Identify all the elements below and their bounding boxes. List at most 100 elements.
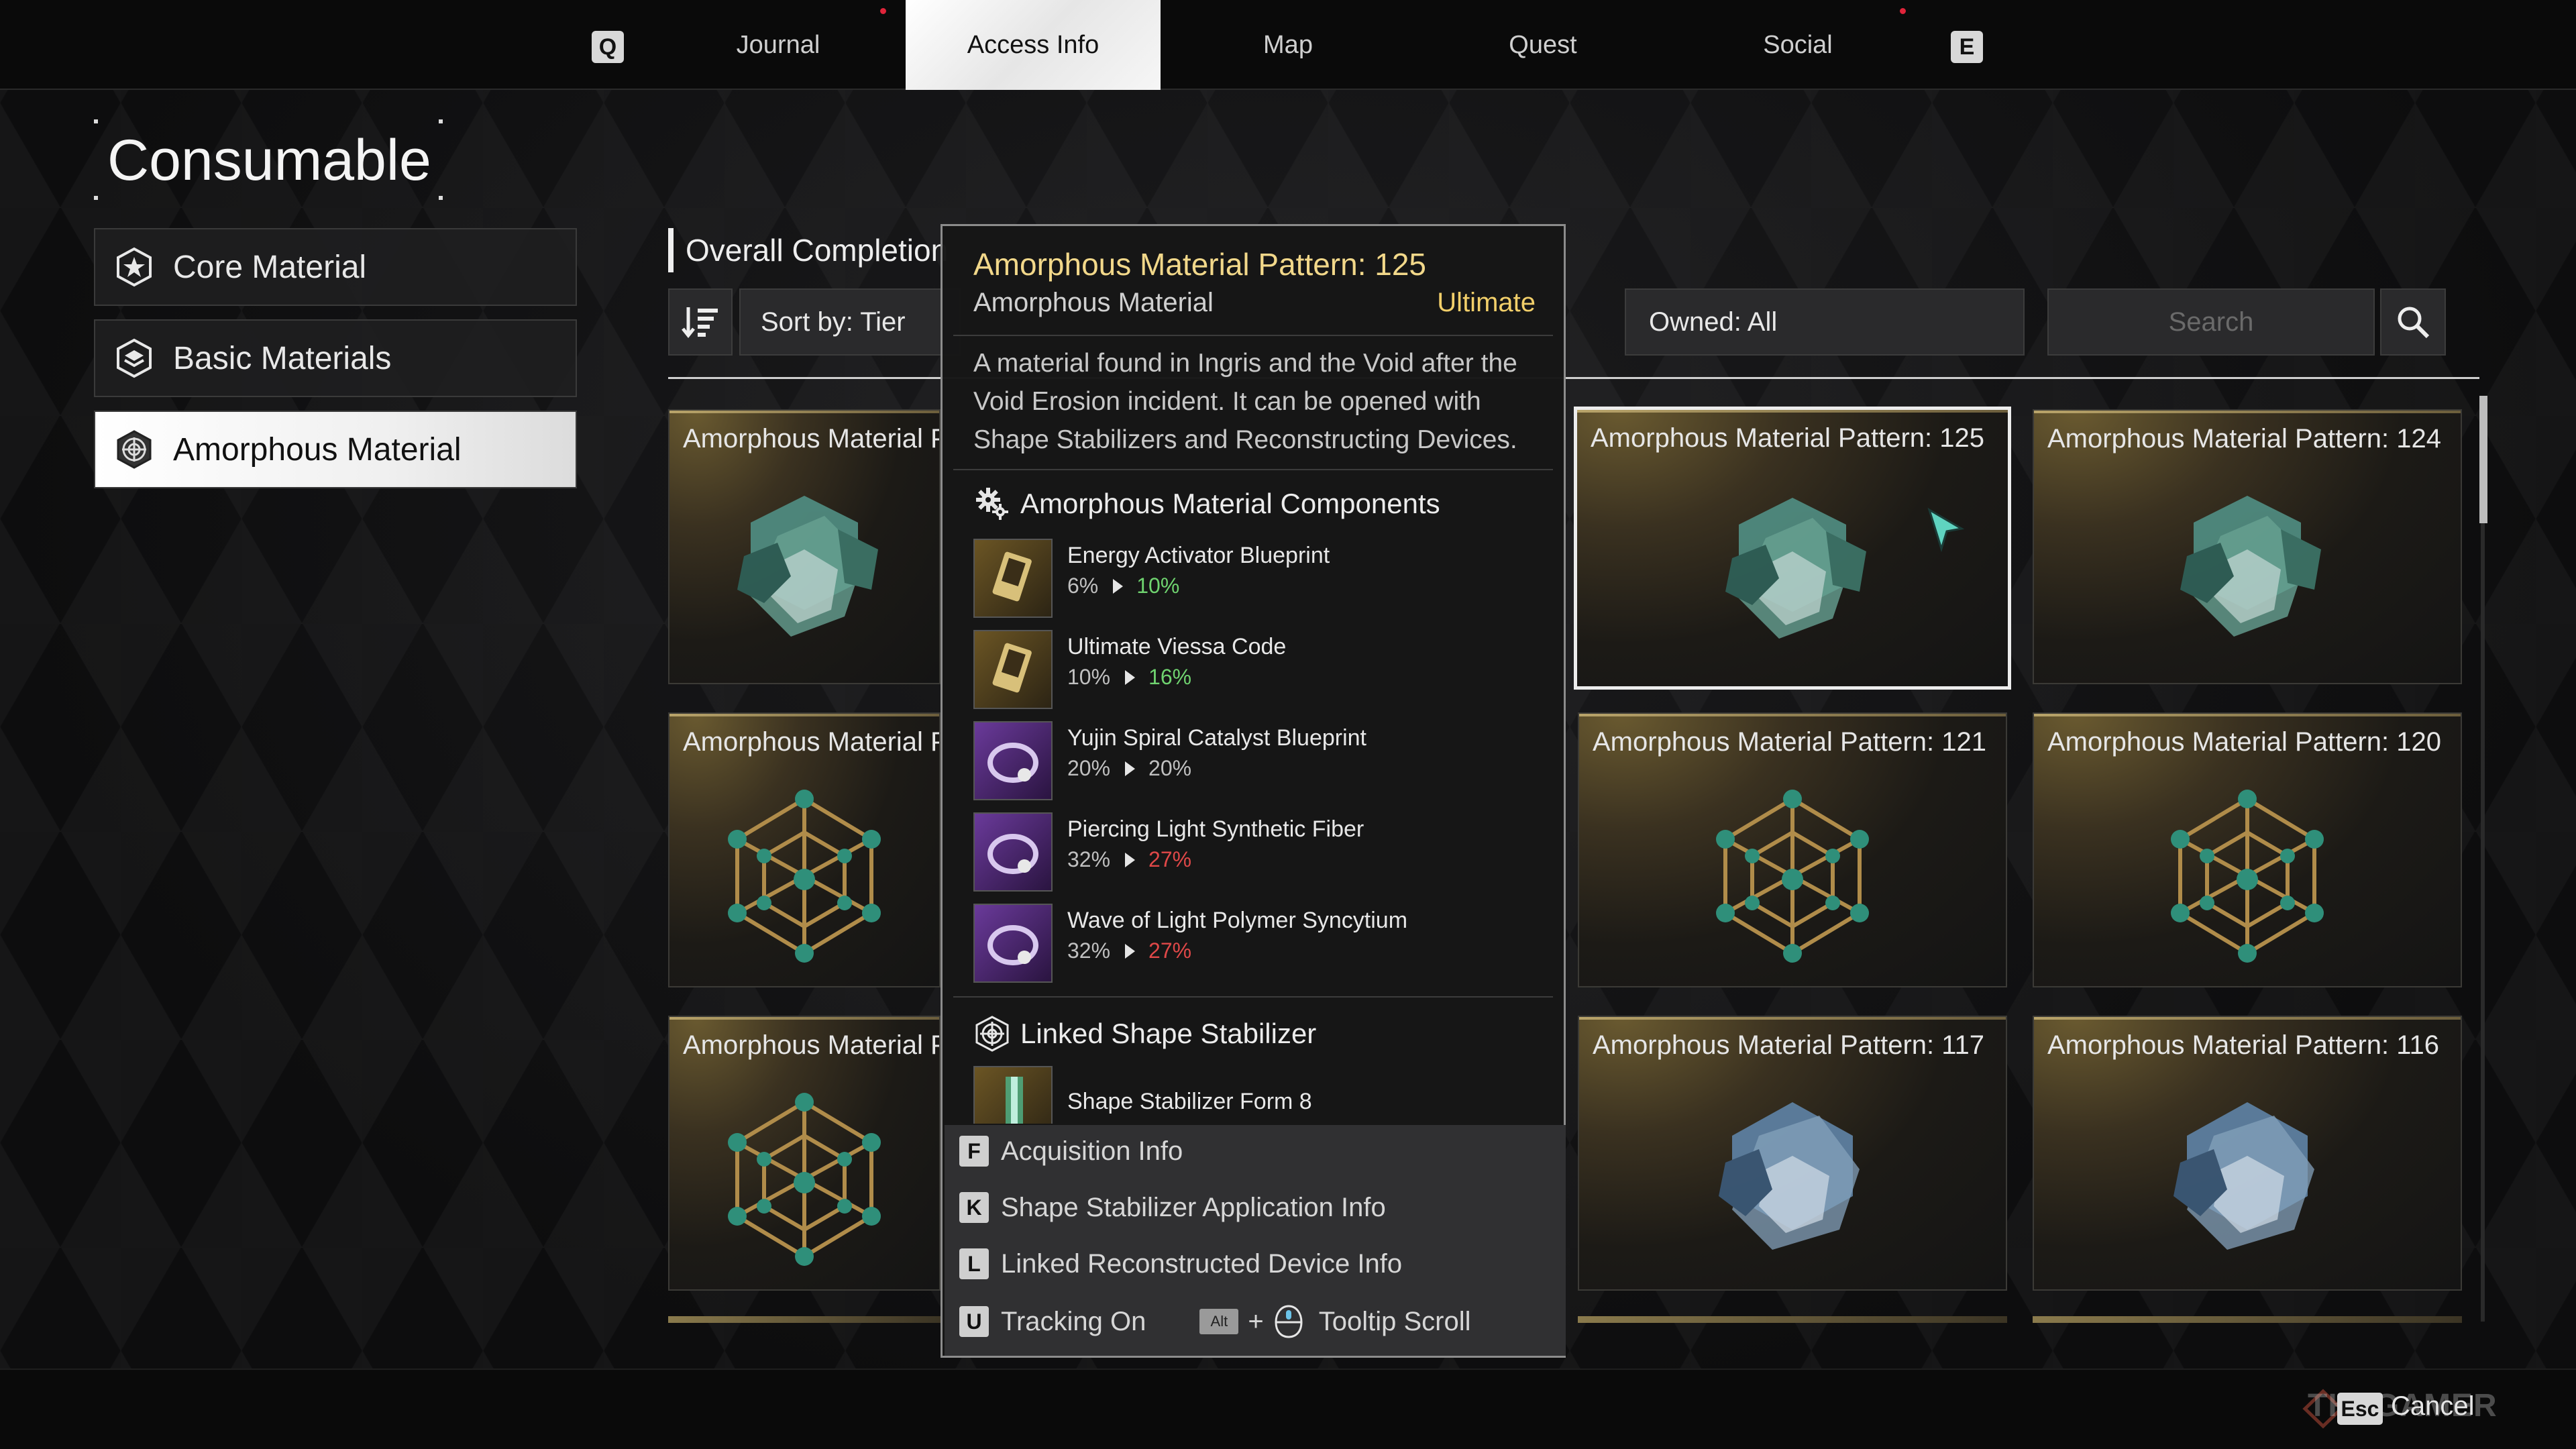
- component-rate: 20% 20%: [1067, 756, 1191, 781]
- acquisition-info-action[interactable]: F Acquisition Info: [959, 1136, 1183, 1167]
- component-name: Ultimate Viessa Code: [1067, 634, 1287, 659]
- card-title: Amorphous Material Pattern: 124: [2047, 424, 2441, 453]
- material-card[interactable]: Amorphous Material Pattern: 121: [1578, 712, 2007, 987]
- next-row-edge: [1578, 1316, 2007, 1323]
- base-rate: 32%: [1067, 847, 1111, 871]
- title-corner: [439, 119, 443, 123]
- next-tab-key[interactable]: E: [1951, 31, 1983, 63]
- component-row[interactable]: Energy Activator Blueprint 6% 10%: [973, 539, 1537, 622]
- tab-label: Journal: [736, 30, 820, 59]
- action-key: U: [959, 1306, 989, 1337]
- component-name: Yujin Spiral Catalyst Blueprint: [1067, 725, 1367, 751]
- esc-key[interactable]: Esc: [2337, 1393, 2383, 1425]
- material-card[interactable]: Amorphous Material Pattern: 116: [2033, 1016, 2462, 1291]
- sidebar-item-amorphous-material[interactable]: Amorphous Material: [94, 411, 577, 488]
- notification-dot: [1900, 8, 1906, 14]
- action-key: L: [959, 1248, 989, 1279]
- notification-dot: [880, 8, 886, 14]
- action-label: Linked Reconstructed Device Info: [1001, 1248, 1403, 1279]
- tooltip-title: Amorphous Material Pattern: 125: [973, 247, 1427, 282]
- boosted-rate: 27%: [1148, 938, 1192, 963]
- action-key: F: [959, 1136, 989, 1167]
- card-title: Amorphous Material Pattern: 121: [1593, 727, 1986, 757]
- arrow-right-icon: [1125, 761, 1136, 776]
- component-icon: [973, 904, 1053, 983]
- search-button[interactable]: [2380, 288, 2446, 356]
- tab-label: Quest: [1509, 30, 1577, 59]
- component-rate: 32% 27%: [1067, 847, 1191, 872]
- tooltip-divider: [953, 996, 1553, 998]
- cancel-label[interactable]: Cancel: [2391, 1391, 2475, 1421]
- component-row[interactable]: Ultimate Viessa Code 10% 16%: [973, 630, 1537, 713]
- grid-scrollbar-thumb[interactable]: [2479, 396, 2487, 523]
- sidebar-item-label: Amorphous Material: [173, 431, 462, 468]
- boosted-rate: 20%: [1148, 756, 1192, 780]
- material-art: [2171, 790, 2324, 963]
- linked-item-name: Shape Stabilizer Form 8: [1067, 1089, 1312, 1114]
- prev-tab-key[interactable]: Q: [592, 31, 624, 63]
- search-input[interactable]: Search: [2047, 288, 2375, 356]
- tooltip-actions: F Acquisition Info K Shape Stabilizer Ap…: [945, 1125, 1566, 1356]
- sidebar-item-label: Core Material: [173, 249, 367, 285]
- material-art: [1716, 790, 1869, 963]
- sort-icon: [682, 307, 718, 339]
- linked-title-text: Linked Shape Stabilizer: [1020, 1018, 1317, 1049]
- material-card[interactable]: Amorphous Material Pa: [668, 1016, 941, 1291]
- material-card[interactable]: Amorphous Material Pattern: 124: [2033, 409, 2462, 684]
- reconstructed-device-action[interactable]: L Linked Reconstructed Device Info: [959, 1248, 1402, 1279]
- card-title: Amorphous Material Pattern: 116: [2047, 1030, 2440, 1060]
- boosted-rate: 16%: [1148, 665, 1192, 689]
- tab-journal[interactable]: Journal: [651, 0, 906, 90]
- card-title: Amorphous Material Pa: [683, 727, 941, 757]
- card-title: Amorphous Material Pattern: 120: [2047, 727, 2441, 757]
- star-hexagon-icon: [117, 247, 152, 287]
- material-art: [728, 790, 881, 963]
- material-card[interactable]: Amorphous Material Pa: [668, 712, 941, 987]
- title-corner: [439, 196, 443, 200]
- component-row[interactable]: Wave of Light Polymer Syncytium 32% 27%: [973, 904, 1537, 987]
- sidebar-item-core-material[interactable]: Core Material: [94, 228, 577, 306]
- tab-social[interactable]: Social: [1670, 0, 1925, 90]
- material-art: [737, 496, 878, 637]
- action-key: K: [959, 1192, 989, 1223]
- owned-filter-dropdown[interactable]: Owned: All: [1625, 288, 2025, 356]
- component-row[interactable]: Piercing Light Synthetic Fiber 32% 27%: [973, 812, 1537, 896]
- material-card[interactable]: Amorphous Material Pattern: 120: [2033, 712, 2462, 987]
- action-label: Shape Stabilizer Application Info: [1001, 1192, 1386, 1222]
- component-rate: 32% 27%: [1067, 938, 1191, 963]
- next-row-edge: [668, 1316, 941, 1323]
- mouse-scroll-icon: [1275, 1305, 1303, 1338]
- tab-access-info[interactable]: Access Info: [906, 0, 1161, 90]
- action-label: Acquisition Info: [1001, 1136, 1183, 1166]
- sidebar-item-basic-materials[interactable]: Basic Materials: [94, 319, 577, 397]
- sort-by-dropdown[interactable]: Sort by: Tier: [739, 288, 961, 356]
- title-corner: [94, 119, 98, 123]
- search-icon: [2398, 307, 2430, 339]
- action-label: Tracking On: [1001, 1306, 1146, 1336]
- components-title-text: Amorphous Material Components: [1020, 488, 1440, 519]
- tab-quest[interactable]: Quest: [1415, 0, 1670, 90]
- linked-stabilizer-item[interactable]: Shape Stabilizer Form 8: [973, 1066, 1537, 1124]
- tracking-action[interactable]: U Tracking On Alt + Tooltip Scroll: [959, 1305, 1471, 1338]
- material-card[interactable]: Amorphous Material Pa: [668, 409, 941, 684]
- base-rate: 20%: [1067, 756, 1111, 780]
- top-nav: Q Journal Access Info Map Quest Social E: [0, 0, 2576, 90]
- gears-icon: [976, 488, 1008, 520]
- grid-scrollbar-track[interactable]: [2481, 396, 2485, 1322]
- search-placeholder: Search: [2168, 307, 2254, 337]
- toolbar-divider: [668, 377, 2479, 379]
- component-rate: 6% 10%: [1067, 574, 1179, 598]
- tab-map[interactable]: Map: [1161, 0, 1415, 90]
- card-title: Amorphous Material Pa: [683, 424, 941, 453]
- material-card[interactable]: Amorphous Material Pattern: 117: [1578, 1016, 2007, 1291]
- component-icon: [973, 812, 1053, 892]
- item-tooltip: Amorphous Material Pattern: 125 Amorphou…: [941, 224, 1566, 1358]
- component-row[interactable]: Yujin Spiral Catalyst Blueprint 20% 20%: [973, 721, 1537, 804]
- owned-filter-text: Owned: All: [1649, 307, 1778, 337]
- arrow-right-icon: [1113, 578, 1124, 594]
- next-row-edge: [2033, 1316, 2462, 1323]
- component-name: Energy Activator Blueprint: [1067, 543, 1330, 568]
- layers-hexagon-icon: [117, 338, 152, 378]
- stabilizer-application-action[interactable]: K Shape Stabilizer Application Info: [959, 1192, 1386, 1223]
- sort-order-button[interactable]: [668, 288, 733, 356]
